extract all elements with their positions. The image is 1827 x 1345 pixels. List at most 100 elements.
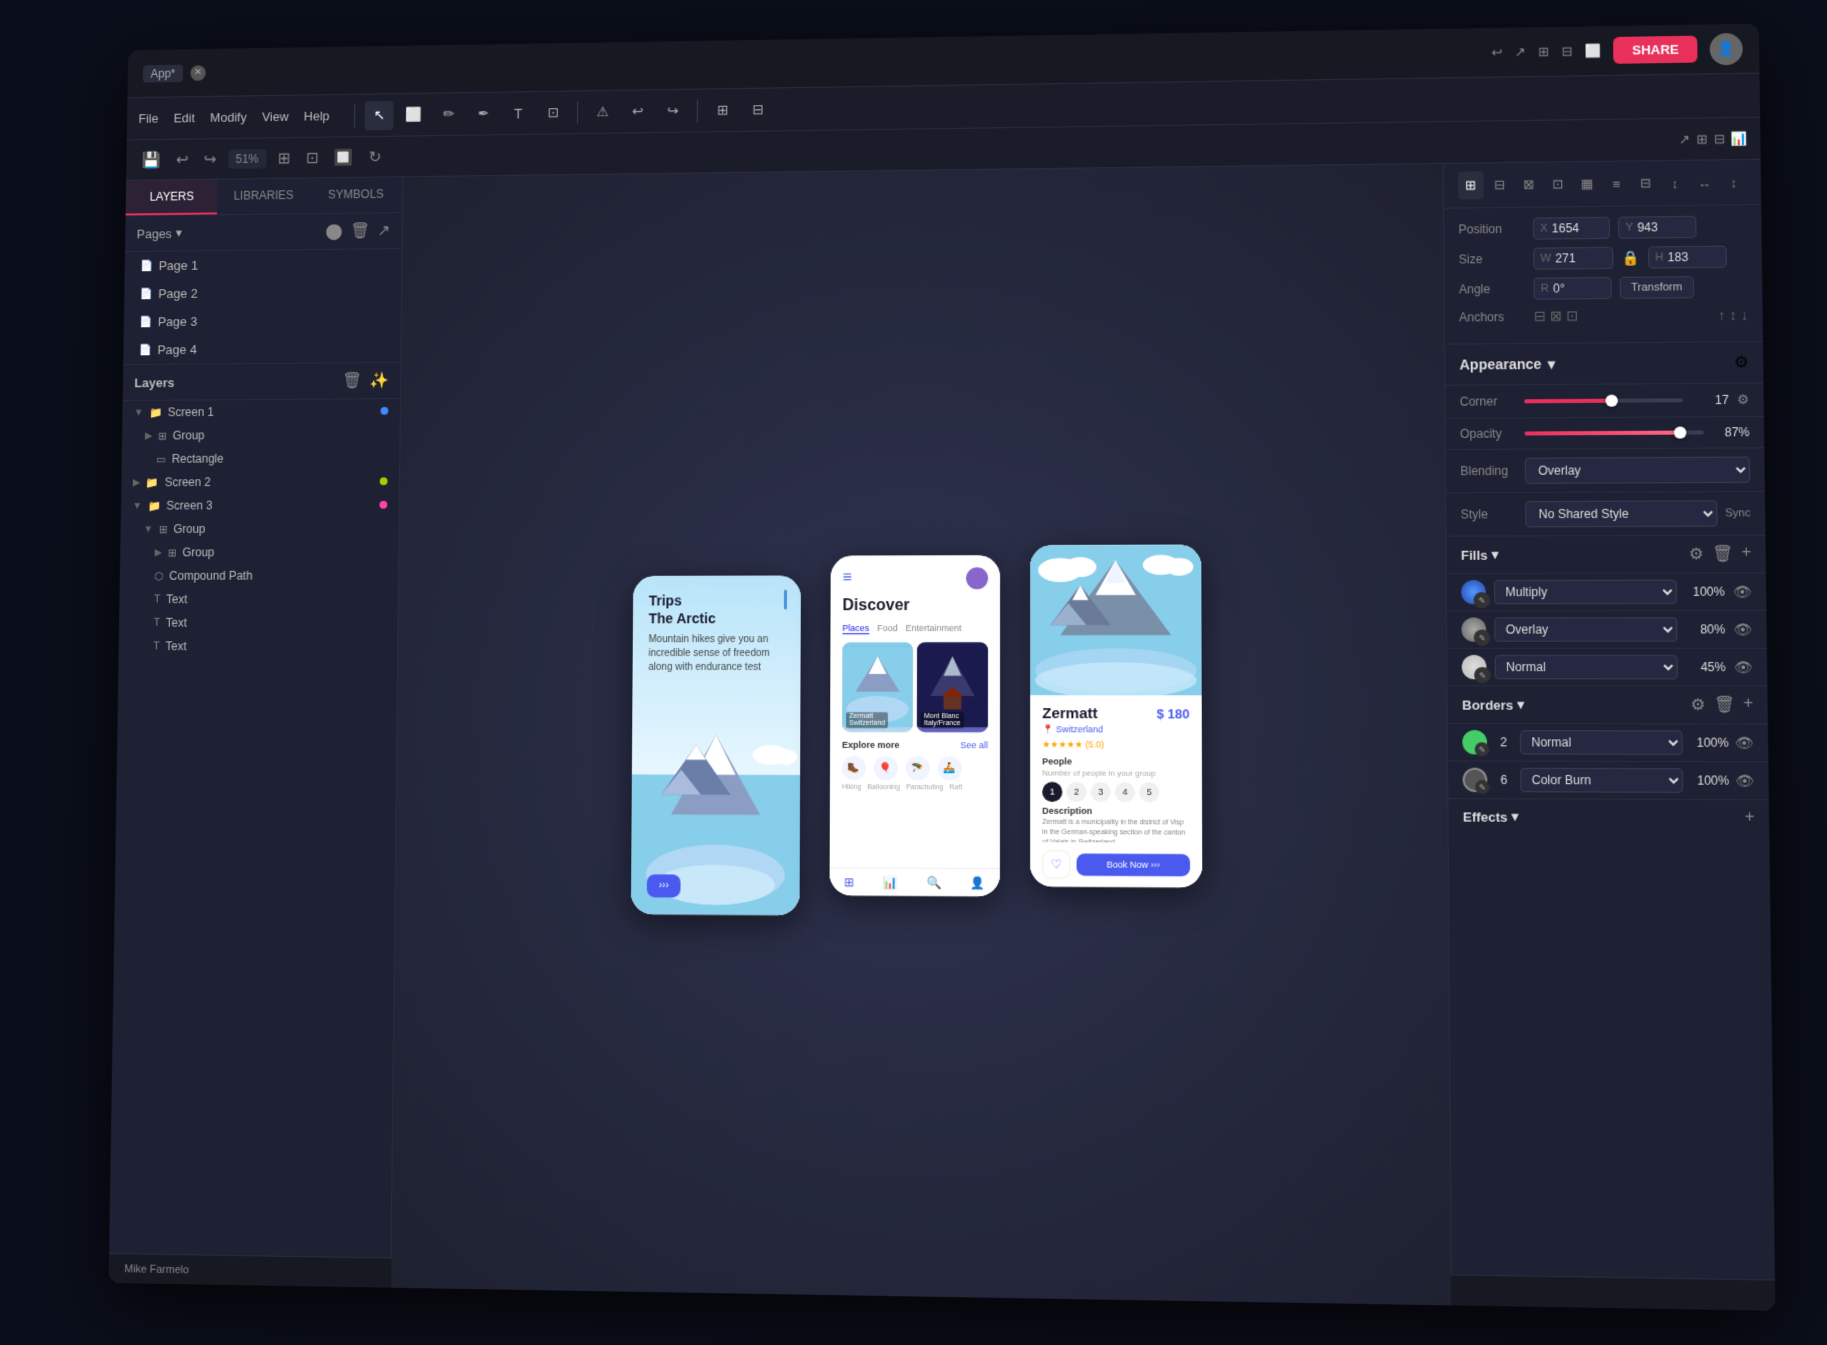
- fill-visibility-2[interactable]: 👁: [1733, 621, 1752, 638]
- pill-5[interactable]: 5: [1139, 782, 1159, 802]
- menu-help[interactable]: Help: [304, 109, 330, 124]
- layer-text2[interactable]: T Text: [119, 611, 398, 635]
- book-button[interactable]: Book Now ›››: [1077, 853, 1191, 876]
- duplicate-icon[interactable]: ⊞: [1538, 43, 1549, 59]
- nav-profile[interactable]: 👤: [970, 876, 985, 890]
- layout-tool[interactable]: ⊞: [708, 95, 738, 125]
- save-icon[interactable]: 💾: [138, 146, 165, 173]
- activity-hiking[interactable]: 🥾: [842, 756, 866, 780]
- anchor-center[interactable]: ⊠: [1550, 308, 1562, 325]
- menu-file[interactable]: File: [138, 111, 158, 126]
- snap-icon[interactable]: ⊡: [302, 144, 323, 171]
- corner-options-icon[interactable]: ⚙: [1737, 392, 1749, 408]
- fill-visibility-1[interactable]: 👁: [1733, 583, 1752, 600]
- layer-screen2[interactable]: ▶ 📁 Screen 2: [121, 469, 399, 494]
- opacity-value[interactable]: 87%: [1712, 425, 1750, 439]
- position-x-field[interactable]: X 1654: [1533, 217, 1610, 240]
- activity-raft[interactable]: 🚣: [938, 756, 962, 780]
- canvas-area[interactable]: Trips The Arctic Mountain hikes give you…: [391, 164, 1451, 1306]
- activity-parachute[interactable]: 🪂: [906, 756, 930, 780]
- swatch-edit-2[interactable]: ✎: [1474, 630, 1491, 646]
- align-tab-9[interactable]: ↔: [1692, 168, 1718, 196]
- layer-rect1[interactable]: ▭ Rectangle: [122, 446, 400, 471]
- layers-icon[interactable]: ⊟: [1714, 131, 1725, 147]
- magnet-icon[interactable]: 🔲: [330, 143, 357, 170]
- align-tab-6[interactable]: ≡: [1604, 170, 1629, 198]
- rect-tool[interactable]: ⬜: [399, 100, 428, 129]
- align-tab-3[interactable]: ⊠: [1516, 171, 1541, 199]
- menu-modify[interactable]: Modify: [210, 110, 247, 125]
- warning-tool[interactable]: ⚠: [588, 97, 617, 127]
- see-all-link[interactable]: See all: [960, 740, 988, 750]
- phone1-cta[interactable]: ›››: [647, 875, 681, 898]
- fill-type-2[interactable]: Overlay Normal Multiply: [1494, 617, 1677, 642]
- page-delete-icon[interactable]: 🗑: [350, 221, 370, 241]
- swatch-edit-3[interactable]: ✎: [1474, 667, 1491, 683]
- anchor-top[interactable]: ↑: [1718, 307, 1725, 323]
- redo-tool[interactable]: ↪: [658, 96, 687, 126]
- position-x-val[interactable]: 1654: [1552, 221, 1603, 236]
- activity-balloon[interactable]: 🎈: [874, 756, 898, 780]
- pill-3[interactable]: 3: [1091, 782, 1111, 802]
- align-tab-7[interactable]: ⊟: [1633, 169, 1658, 197]
- fill-visibility-3[interactable]: 👁: [1734, 658, 1753, 675]
- position-y-field[interactable]: Y 943: [1618, 216, 1696, 239]
- corner-slider-thumb[interactable]: [1605, 395, 1617, 407]
- menu-view[interactable]: View: [262, 109, 289, 124]
- fill-swatch-2[interactable]: ✎: [1461, 617, 1486, 641]
- size-h-field[interactable]: H 183: [1648, 246, 1727, 269]
- undo-icon[interactable]: ↩: [172, 146, 193, 173]
- hamburger-icon[interactable]: ≡: [843, 570, 852, 588]
- sync-button[interactable]: Sync: [1725, 507, 1751, 519]
- size-w-val[interactable]: 271: [1555, 251, 1606, 266]
- pill-1[interactable]: 1: [1042, 782, 1062, 802]
- tab-libraries[interactable]: LIBRARIES: [217, 178, 310, 214]
- lock-icon[interactable]: 🔒: [1622, 249, 1640, 266]
- tab-places[interactable]: Places: [842, 623, 869, 634]
- place-card-1[interactable]: ZermattSwitzerland: [842, 642, 913, 732]
- corner-slider-track[interactable]: [1524, 398, 1683, 403]
- tab-entertainment[interactable]: Entertainment: [906, 623, 962, 634]
- borders-add-icon[interactable]: +: [1743, 695, 1753, 715]
- corner-value[interactable]: 17: [1691, 393, 1728, 407]
- opacity-slider-track[interactable]: [1525, 430, 1704, 435]
- pill-4[interactable]: 4: [1115, 782, 1135, 802]
- anchor-right[interactable]: ⊡: [1566, 307, 1578, 324]
- fit-icon[interactable]: ⊞: [274, 144, 295, 171]
- layer-text3[interactable]: T Text: [119, 634, 398, 658]
- border-swatch-1[interactable]: ✎: [1462, 730, 1487, 754]
- place-card-2[interactable]: Mont BlancItaly/France: [917, 642, 988, 732]
- page-add-icon[interactable]: ↗: [377, 221, 390, 241]
- borders-delete-icon[interactable]: 🗑: [1714, 695, 1735, 715]
- border-type-1[interactable]: Normal Color Burn: [1520, 730, 1683, 755]
- fills-add-icon[interactable]: +: [1741, 544, 1751, 564]
- fills-delete-icon[interactable]: 🗑: [1712, 544, 1733, 564]
- fill-swatch-1[interactable]: ✎: [1461, 580, 1486, 604]
- border-visibility-2[interactable]: 👁: [1735, 772, 1754, 789]
- anchor-left[interactable]: ⊟: [1534, 308, 1546, 325]
- fill-swatch-3[interactable]: ✎: [1462, 655, 1487, 679]
- page-item-3[interactable]: 📄 Page 3: [124, 305, 401, 336]
- rotate-icon[interactable]: ↻: [365, 143, 386, 170]
- border-edit-2[interactable]: ✎: [1475, 780, 1490, 794]
- layer-group3[interactable]: ▶ ⊞ Group: [120, 540, 398, 564]
- zoom-icon[interactable]: ⬜: [1585, 43, 1602, 59]
- layer-compound[interactable]: ⬡ Compound Path: [120, 564, 399, 588]
- layer-text1[interactable]: T Text: [119, 587, 398, 611]
- chart-icon[interactable]: 📊: [1731, 130, 1748, 146]
- borders-options-icon[interactable]: ⚙: [1690, 695, 1705, 715]
- pill-2[interactable]: 2: [1066, 782, 1086, 802]
- history-icon[interactable]: ↩: [1491, 44, 1502, 60]
- tab-layers[interactable]: LAYERS: [126, 180, 218, 216]
- layer-screen3[interactable]: ▼ 📁 Screen 3: [121, 493, 399, 518]
- style-select[interactable]: No Shared Style: [1525, 500, 1717, 527]
- nav-home[interactable]: ⊞: [844, 875, 854, 889]
- menu-edit[interactable]: Edit: [173, 111, 195, 126]
- align-tab-4[interactable]: ⊡: [1545, 170, 1570, 198]
- blending-select[interactable]: Overlay Normal Multiply Color Burn: [1525, 457, 1750, 484]
- border-type-2[interactable]: Color Burn Normal: [1520, 768, 1683, 793]
- effects-add-icon[interactable]: +: [1745, 808, 1755, 827]
- page-item-4[interactable]: 📄 Page 4: [123, 334, 400, 364]
- border-visibility-1[interactable]: 👁: [1735, 734, 1754, 751]
- fill-type-1[interactable]: Multiply Normal Overlay: [1494, 580, 1677, 605]
